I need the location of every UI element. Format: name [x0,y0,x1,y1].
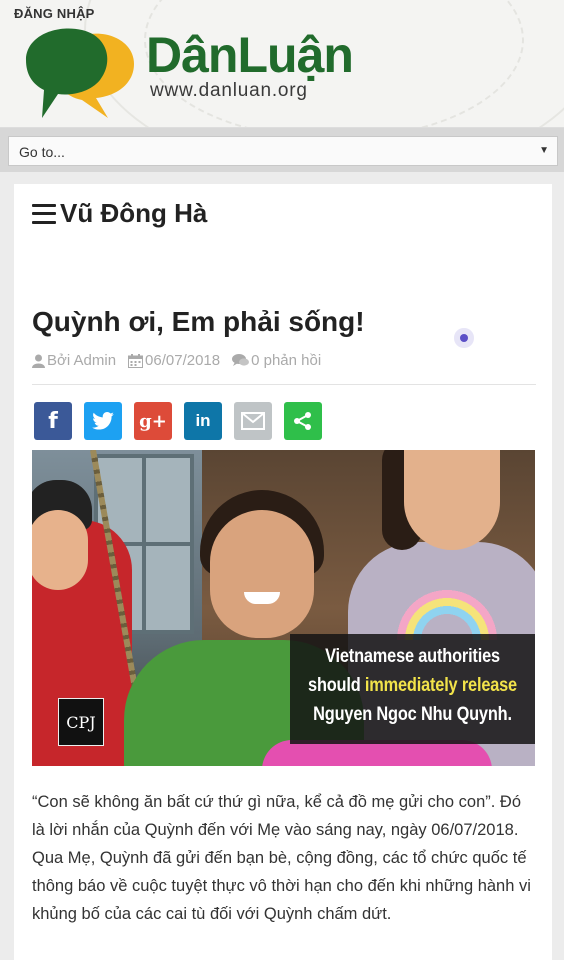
nav-bar: Go to... ▼ [0,128,564,172]
post-comments[interactable]: 0 phản hồi [232,352,321,369]
linkedin-share-button[interactable]: in [184,402,222,440]
section-title-text: Vũ Đông Hà [60,198,208,228]
share-icon [294,412,311,430]
facebook-share-button[interactable]: f [34,402,72,440]
post-date-text: 06/07/2018 [145,352,221,369]
site-header: ĐĂNG NHẬP DânLuận www.danluan.org [0,0,564,128]
post-author[interactable]: Bởi Admin [32,352,116,369]
post-date: 06/07/2018 [128,352,220,369]
post-comments-text: 0 phản hồi [251,352,322,369]
article-card: Vũ Đông Hà Quỳnh ơi, Em phải sống! Bởi A… [14,184,552,960]
share-buttons: f g+ in [34,402,322,440]
divider [32,384,536,385]
nav-select[interactable]: Go to... ▼ [8,136,558,166]
speech-bubbles-logo-icon[interactable] [22,22,142,122]
twitter-share-button[interactable] [84,402,122,440]
login-link[interactable]: ĐĂNG NHẬP [14,6,95,21]
comments-icon [232,354,250,366]
image-caption: Vietnamese authorities should immediatel… [307,642,518,729]
caption-line-1: Vietnamese authorities [325,646,500,667]
email-share-button[interactable] [234,402,272,440]
article-body: “Con sẽ không ăn bất cứ thứ gì nữa, kể c… [32,793,531,923]
post-author-text: Bởi Admin [47,352,117,369]
facebook-icon: f [48,408,58,434]
article-image[interactable]: Vietnamese authorities should immediatel… [32,450,535,766]
more-share-button[interactable] [284,402,322,440]
caption-line-2: should immediately release [308,675,517,696]
menu-icon[interactable] [32,203,56,224]
user-icon [32,354,45,368]
google-plus-icon: g+ [139,410,167,432]
twitter-icon [92,412,114,430]
google-plus-share-button[interactable]: g+ [134,402,172,440]
post-meta: Bởi Admin 06/07/2018 0 phản hồi [32,352,321,369]
linkedin-icon: in [195,411,211,430]
section-title[interactable]: Vũ Đông Hà [32,198,207,229]
nav-select-value: Go to... [19,144,65,160]
post-title[interactable]: Quỳnh ơi, Em phải sống! [32,306,365,338]
loading-indicator [460,334,468,342]
calendar-icon [128,353,144,368]
caption-line-3: Nguyen Ngoc Nhu Quynh. [313,704,512,725]
site-name[interactable]: DânLuận [146,30,354,80]
dropdown-arrow-icon: ▼ [539,145,549,156]
cpj-logo: CPJ [58,698,104,746]
site-url: www.danluan.org [150,80,308,101]
email-icon [241,412,265,430]
